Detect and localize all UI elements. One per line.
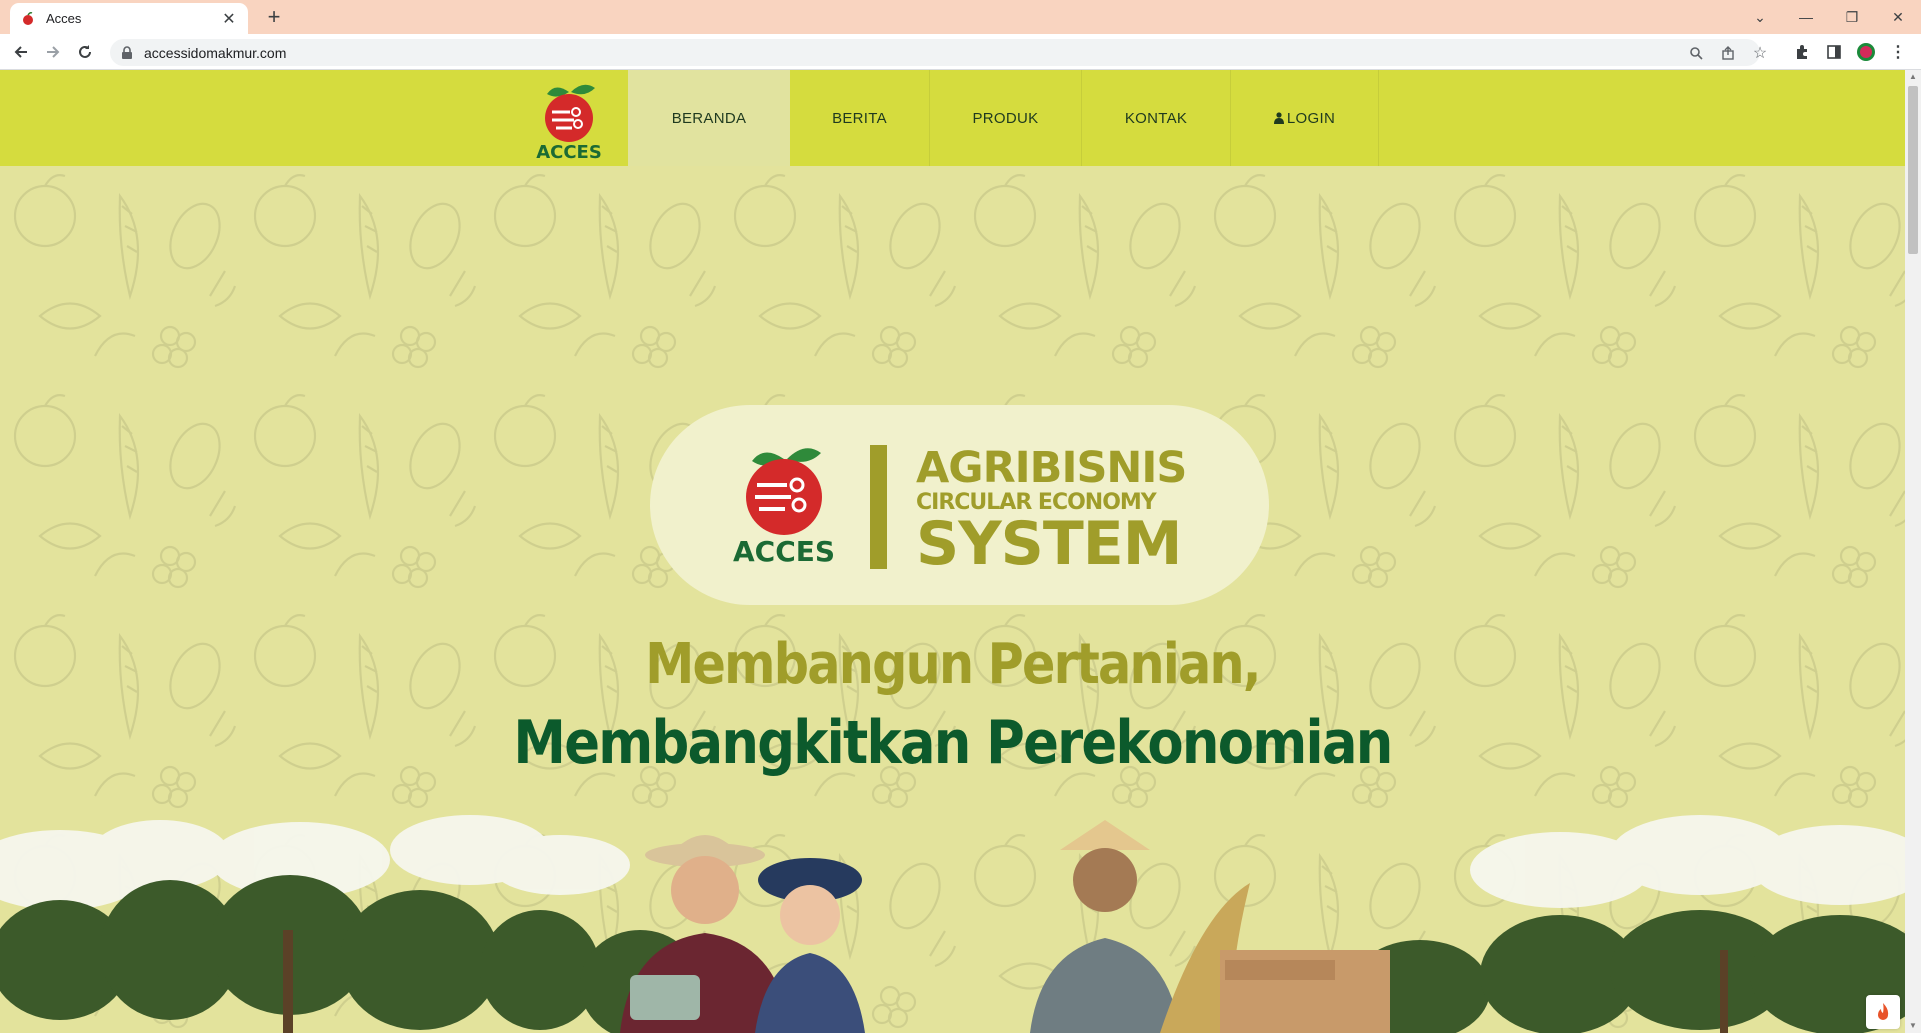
scroll-down-icon[interactable]: ▼ bbox=[1905, 1019, 1921, 1033]
nav-login-label: LOGIN bbox=[1286, 109, 1336, 127]
url-text: accessidomakmur.com bbox=[144, 44, 287, 61]
nav-kontak[interactable]: KONTAK bbox=[1082, 70, 1231, 166]
forward-icon[interactable] bbox=[40, 39, 66, 65]
nav-berita[interactable]: BERITA bbox=[790, 70, 930, 166]
zoom-icon[interactable] bbox=[1682, 39, 1710, 66]
tagline-membangkitkan: Membangkitkan Perekonomian bbox=[513, 708, 1393, 778]
lock-icon bbox=[122, 45, 132, 59]
nav-produk-label: PRODUK bbox=[972, 109, 1039, 127]
nav-produk[interactable]: PRODUK bbox=[930, 70, 1082, 166]
nav-kontak-label: KONTAK bbox=[1124, 109, 1188, 127]
nav-beranda[interactable]: BERANDA bbox=[628, 70, 790, 166]
restore-icon[interactable]: ❐ bbox=[1829, 0, 1875, 34]
browser-toolbar: accessidomakmur.com ☆ ⋮ bbox=[0, 34, 1921, 70]
tab-close-icon[interactable]: ✕ bbox=[220, 9, 238, 29]
tagline-membangun: Membangun Pertanian, bbox=[645, 632, 1261, 697]
profile-avatar-icon[interactable] bbox=[1852, 39, 1880, 65]
reload-icon[interactable] bbox=[72, 39, 98, 65]
nav-login[interactable]: LOGIN bbox=[1231, 70, 1379, 166]
browser-menu-icon[interactable]: ⋮ bbox=[1884, 39, 1912, 65]
page-scrollbar[interactable]: ▲ ▼ bbox=[1905, 70, 1921, 1033]
hero-agribisnis: AGRIBISNIS bbox=[916, 443, 1187, 493]
side-panel-icon[interactable] bbox=[1820, 39, 1848, 65]
hero-logo-text: ACCES bbox=[733, 535, 835, 567]
browser-tab-strip: Acces ✕ + ⌄ — ❐ ✕ bbox=[0, 0, 1921, 34]
scroll-up-icon[interactable]: ▲ bbox=[1905, 70, 1921, 84]
new-tab-icon[interactable]: + bbox=[260, 4, 288, 30]
site-logo-text: ACCES bbox=[536, 142, 602, 162]
site-header: ACCES BERANDA BERITA PRODUK KONTAK LOGIN bbox=[0, 70, 1905, 166]
share-icon[interactable] bbox=[1714, 39, 1742, 66]
bookmark-star-icon[interactable]: ☆ bbox=[1746, 39, 1774, 66]
browser-tab[interactable]: Acces ✕ bbox=[10, 3, 248, 34]
nav-berita-label: BERITA bbox=[832, 109, 887, 127]
address-bar[interactable]: accessidomakmur.com ☆ bbox=[110, 39, 1767, 66]
nav-beranda-label: BERANDA bbox=[671, 109, 747, 127]
hero-logo: ACCES bbox=[733, 448, 835, 567]
tab-search-icon[interactable]: ⌄ bbox=[1737, 0, 1783, 34]
window-close-icon[interactable]: ✕ bbox=[1875, 0, 1921, 34]
site-logo[interactable]: ACCES bbox=[530, 78, 608, 162]
hero-divider bbox=[870, 445, 887, 569]
page-viewport: ACCES BERANDA BERITA PRODUK KONTAK LOGIN bbox=[0, 70, 1905, 1033]
tab-title: Acces bbox=[46, 11, 82, 26]
hero-system: SYSTEM bbox=[916, 509, 1182, 579]
site-favicon-icon bbox=[23, 11, 33, 25]
hero-scenery-image bbox=[0, 815, 1905, 1033]
user-icon bbox=[1273, 112, 1284, 124]
extensions-icon[interactable] bbox=[1788, 39, 1816, 65]
scrollbar-thumb[interactable] bbox=[1908, 86, 1918, 254]
fire-icon[interactable] bbox=[1866, 995, 1900, 1029]
minimize-icon[interactable]: — bbox=[1783, 0, 1829, 34]
hero-badge: ACCES AGRIBISNIS CIRCULAR ECONOMY SYSTEM bbox=[650, 405, 1269, 605]
back-icon[interactable] bbox=[8, 39, 34, 65]
